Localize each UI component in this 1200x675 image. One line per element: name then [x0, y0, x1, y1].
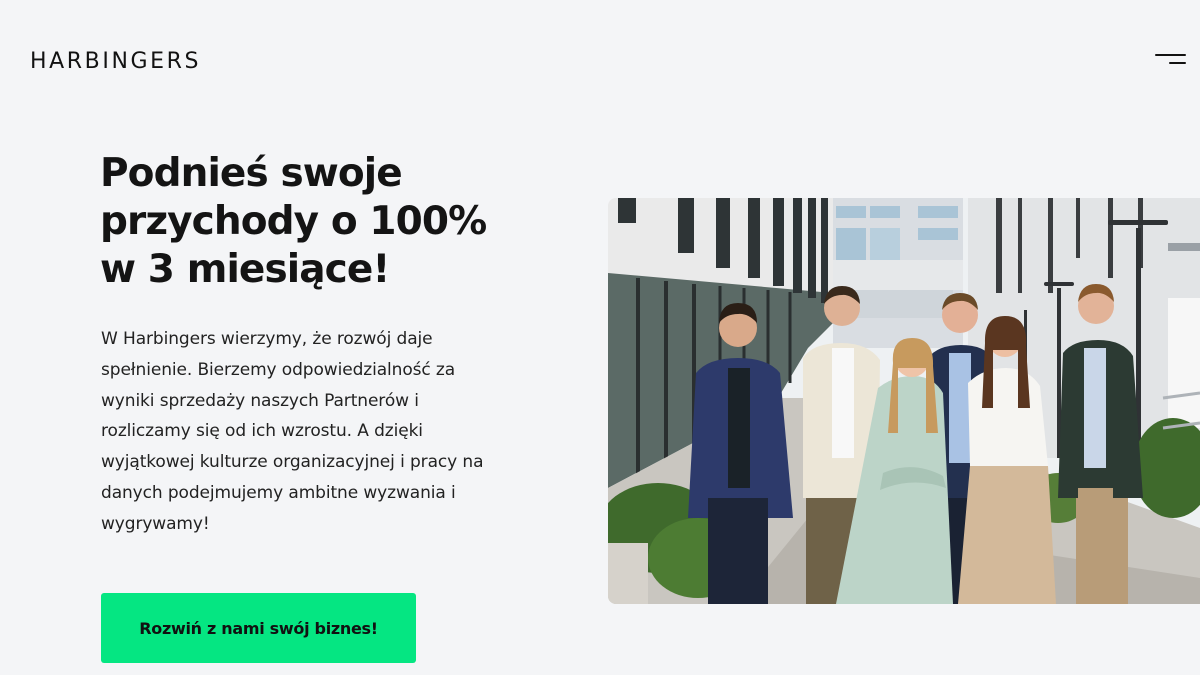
menu-bar-top	[1155, 54, 1186, 56]
team-photo-illustration	[608, 198, 1200, 604]
headline-line: w 3 miesiące!	[100, 247, 390, 292]
intro-line: W Harbingers wierzymy, że rozwój daje	[101, 329, 433, 349]
headline-line: przychody o 100%	[100, 199, 487, 244]
intro-line: rozliczamy się od ich wzrostu. A dzięki	[101, 421, 423, 442]
hero-headline: Podnieś swoje przychody o 100% w 3 miesi…	[100, 150, 570, 294]
intro-line: wyjątkowej kulturze organizacyjnej i pra…	[101, 452, 484, 473]
headline-line: Podnieś swoje	[100, 151, 403, 196]
team-photo	[608, 198, 1200, 604]
intro-line: wyniki sprzedaży naszych Partnerów i	[101, 390, 419, 411]
menu-bar-bottom	[1169, 62, 1186, 64]
intro-line: danych podejmujemy ambitne wyzwania i	[101, 482, 456, 503]
intro-line: spełnienie. Bierzemy odpowiedzialność za	[101, 359, 456, 380]
hamburger-menu-icon[interactable]	[1150, 48, 1190, 72]
brand-logo[interactable]: HARBINGERS	[30, 49, 201, 74]
landing-page: HARBINGERS Podnieś swoje przychody o 100…	[0, 0, 1200, 675]
hero-intro-text: W Harbingers wierzymy, że rozwój daje sp…	[101, 324, 531, 540]
intro-line: wygrywamy!	[101, 513, 210, 534]
cta-button[interactable]: Rozwiń z nami swój biznes!	[101, 593, 416, 663]
